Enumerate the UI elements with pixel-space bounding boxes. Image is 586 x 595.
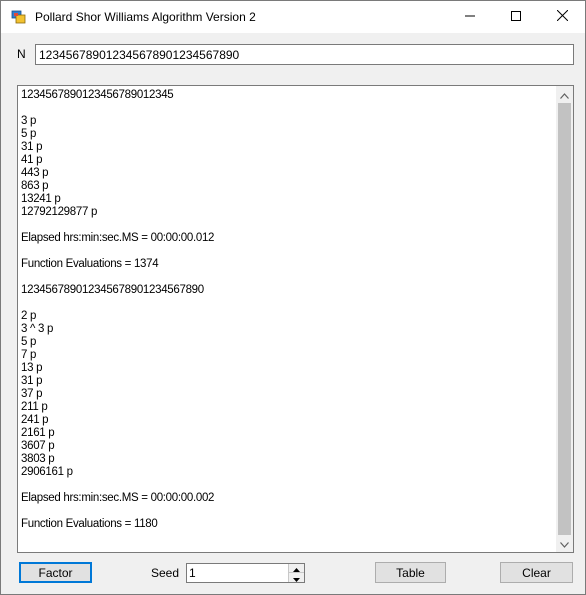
maximize-icon: [511, 10, 521, 24]
seed-stepper[interactable]: [186, 563, 305, 583]
clear-button-label: Clear: [522, 565, 551, 580]
output-line: 3 p: [21, 115, 37, 127]
output-line: 5 p: [21, 128, 37, 140]
output-line: 7 p: [21, 349, 37, 361]
seed-label: Seed: [151, 566, 180, 580]
output-line: 3803 p: [21, 453, 55, 465]
output-line: 2161 p: [21, 427, 55, 439]
close-icon: [556, 9, 568, 24]
factor-button[interactable]: Factor: [19, 562, 92, 583]
chevron-up-icon: [560, 88, 569, 102]
title-bar[interactable]: Pollard Shor Williams Algorithm Version …: [1, 1, 585, 33]
minimize-icon: [465, 10, 475, 24]
scroll-down-button[interactable]: [556, 535, 573, 552]
output-line: 863 p: [21, 180, 49, 192]
output-line: Elapsed hrs:min:sec.MS = 00:00:00.012: [21, 232, 215, 244]
output-line: 2 p: [21, 310, 37, 322]
factor-button-label: Factor: [38, 565, 73, 580]
vertical-scrollbar[interactable]: [556, 86, 573, 552]
spin-down-icon: [293, 571, 300, 585]
scroll-up-button[interactable]: [556, 86, 573, 103]
seed-input[interactable]: [187, 564, 289, 582]
window-title: Pollard Shor Williams Algorithm Version …: [35, 10, 256, 24]
table-button[interactable]: Table: [375, 562, 446, 583]
n-input[interactable]: [35, 44, 574, 65]
app-icon: [11, 9, 27, 25]
scrollbar-thumb[interactable]: [558, 103, 571, 535]
output-line: Function Evaluations = 1374: [21, 258, 159, 270]
output-line: 241 p: [21, 414, 49, 426]
output-textbox[interactable]: 1234567890123456789012345 3 p5 p 31 p 41 p4…: [17, 85, 574, 553]
output-line: 41 p: [21, 154, 43, 166]
output-line: 443 p: [21, 167, 49, 179]
output-text: 1234567890123456789012345 3 p5 p 31 p 41 p4…: [21, 89, 551, 531]
chevron-down-icon: [560, 537, 569, 551]
clear-button[interactable]: Clear: [500, 562, 573, 583]
output-line: 2906161 p: [21, 466, 73, 478]
maximize-button[interactable]: [493, 1, 539, 33]
output-line: 31 p: [21, 141, 43, 153]
output-line: Elapsed hrs:min:sec.MS = 00:00:00.002: [21, 492, 215, 504]
output-line: Function Evaluations = 1180: [21, 518, 158, 530]
output-line: 5 p: [21, 336, 37, 348]
table-button-label: Table: [396, 565, 425, 580]
n-label: N: [17, 47, 26, 61]
main-window: Pollard Shor Williams Algorithm Version …: [0, 0, 586, 595]
output-line: 12792129877 p: [21, 206, 98, 218]
minimize-button[interactable]: [447, 1, 493, 33]
output-line: 3 ^ 3 p: [21, 323, 54, 335]
output-line: 13 p: [21, 362, 43, 374]
output-line: 31 p: [21, 375, 43, 387]
output-line: 37 p: [21, 388, 43, 400]
close-button[interactable]: [539, 1, 585, 33]
output-line: 13241 p: [21, 193, 61, 205]
output-line: 211 p: [21, 401, 48, 413]
output-line: 3607 p: [21, 440, 55, 452]
seed-decrement-button[interactable]: [288, 573, 304, 582]
output-line: 1234567890123456789012345: [21, 89, 174, 101]
output-line: 123456789012345678901234567890: [21, 284, 204, 296]
